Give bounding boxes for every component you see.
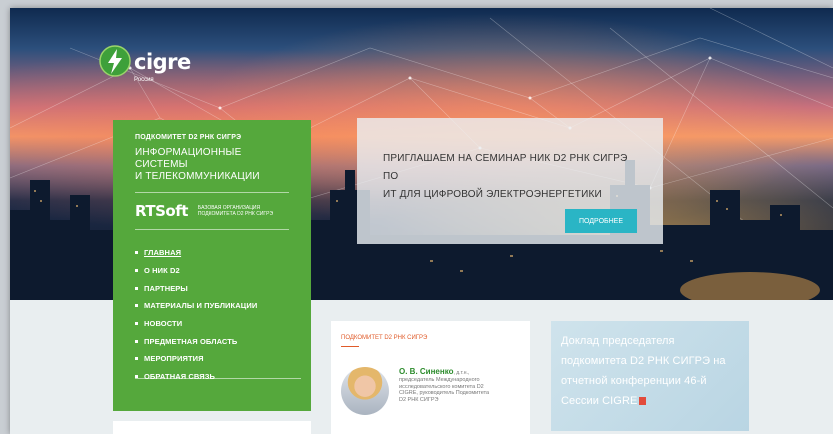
nav-item-subject-area[interactable]: ПРЕДМЕТНАЯ ОБЛАСТЬ <box>135 332 289 350</box>
partner-caption-line-2: ПОДКОМИТЕТА D2 РНК СИГРЭ <box>197 211 274 217</box>
banner-line-2: ИТ ДЛЯ ЦИФРОВОЙ ЭЛЕКТРОЭНЕРГЕТИКИ <box>383 189 602 200</box>
report-link[interactable]: Доклад председателя подкомитета D2 РНК С… <box>561 331 739 411</box>
nav-item-feedback[interactable]: ОБРАТНАЯ СВЯЗЬ <box>135 368 289 386</box>
nav-label: ГЛАВНАЯ <box>144 248 182 258</box>
person-info: О. В. Синенко, д.т.н., председатель Межд… <box>399 367 511 415</box>
nav-item-about[interactable]: О НИК D2 <box>135 262 289 280</box>
card-kicker: ПОДКОМИТЕТ D2 РНК СИГРЭ <box>341 335 428 341</box>
nav-item-home[interactable]: ГЛАВНАЯ <box>135 244 289 262</box>
bullet-icon <box>135 357 138 361</box>
report-line-3: отчетной конференции 46-й <box>561 375 707 387</box>
nav-item-materials[interactable]: МАТЕРИАЛЫ И ПУБЛИКАЦИИ <box>135 297 289 315</box>
nav-item-news[interactable]: НОВОСТИ <box>135 315 289 333</box>
pdf-icon[interactable] <box>639 397 647 406</box>
page: cigre Россия ПРИГЛАШАЕМ НА СЕМИНАР НИК D… <box>10 8 833 434</box>
divider <box>135 229 289 230</box>
partner-block[interactable]: RTSoft БАЗОВАЯ ОРГАНИЗАЦИЯ ПОДКОМИТЕТА D… <box>135 202 289 220</box>
rtsoft-logo[interactable]: RTSoft <box>135 202 188 220</box>
report-line-4-wrap: Сессии CIGRE <box>561 391 739 411</box>
logo-subtitle: Россия <box>134 77 154 83</box>
sidebar-kicker: ПОДКОМИТЕТ D2 РНК СИГРЭ <box>135 134 242 141</box>
sidebar: ПОДКОМИТЕТ D2 РНК СИГРЭ ИНФОРМАЦИОННЫЕ С… <box>113 120 311 411</box>
sidebar-title-line-1: ИНФОРМАЦИОННЫЕ СИСТЕМЫ <box>135 147 242 170</box>
nav-label: МАТЕРИАЛЫ И ПУБЛИКАЦИИ <box>144 301 258 311</box>
bullet-icon <box>135 251 138 255</box>
bullet-icon <box>135 286 138 290</box>
nav-item-events[interactable]: МЕРОПРИЯТИЯ <box>135 350 289 368</box>
nav-label: ПАРТНЕРЫ <box>144 283 188 293</box>
nav-label: О НИК D2 <box>144 266 180 276</box>
person-name-text[interactable]: О. В. Синенко <box>399 367 453 376</box>
bullet-icon <box>135 304 138 308</box>
person-block: О. В. Синенко, д.т.н., председатель Межд… <box>341 367 511 415</box>
cigre-globe-icon <box>99 45 131 77</box>
seminar-banner: ПРИГЛАШАЕМ НА СЕМИНАР НИК D2 РНК СИГРЭ П… <box>357 118 663 244</box>
banner-line-1: ПРИГЛАШАЕМ НА СЕМИНАР НИК D2 РНК СИГРЭ П… <box>383 153 628 182</box>
sidebar-title: ИНФОРМАЦИОННЫЕ СИСТЕМЫ И ТЕЛЕКОММУНИКАЦИ… <box>135 147 289 183</box>
bullet-icon <box>135 269 138 273</box>
avatar <box>341 367 389 415</box>
person-description: председатель Международного исследовател… <box>399 377 511 403</box>
accent-line <box>341 346 359 347</box>
partner-caption: БАЗОВАЯ ОРГАНИЗАЦИЯ ПОДКОМИТЕТА D2 РНК С… <box>198 205 273 217</box>
sidebar-title-line-2: И ТЕЛЕКОММУНИКАЦИИ <box>135 171 260 182</box>
nav-item-partners[interactable]: ПАРТНЕРЫ <box>135 279 289 297</box>
nav-label: ПРЕДМЕТНАЯ ОБЛАСТЬ <box>144 336 238 346</box>
more-button[interactable]: ПОДРОБНЕЕ <box>565 209 637 233</box>
report-line-4: Сессии CIGRE <box>561 395 638 407</box>
bullet-icon <box>135 339 138 343</box>
nav-label: ОБРАТНАЯ СВЯЗЬ <box>144 372 216 382</box>
nav-label: НОВОСТИ <box>144 319 183 329</box>
report-card[interactable]: Доклад председателя подкомитета D2 РНК С… <box>551 321 749 431</box>
report-line-2: подкомитета D2 РНК СИГРЭ на <box>561 355 726 367</box>
nav-label: МЕРОПРИЯТИЯ <box>144 354 204 364</box>
report-line-1: Доклад председателя <box>561 335 675 347</box>
divider <box>135 192 289 193</box>
desc-line: D2 РНК СИГРЭ <box>399 396 439 403</box>
person-name[interactable]: О. В. Синенко, д.т.н., <box>399 367 511 376</box>
sidebar-lower-card <box>113 421 311 434</box>
divider <box>135 378 301 379</box>
main-nav: ГЛАВНАЯ О НИК D2 ПАРТНЕРЫ МАТЕРИАЛЫ И ПУ… <box>135 244 289 386</box>
banner-text: ПРИГЛАШАЕМ НА СЕМИНАР НИК D2 РНК СИГРЭ П… <box>383 150 645 204</box>
logo-wordmark[interactable]: cigre <box>134 50 191 74</box>
bullet-icon <box>135 322 138 326</box>
person-degree: , д.т.н., <box>453 370 470 376</box>
chairman-card: ПОДКОМИТЕТ D2 РНК СИГРЭ О. В. Синенко, д… <box>331 321 530 434</box>
